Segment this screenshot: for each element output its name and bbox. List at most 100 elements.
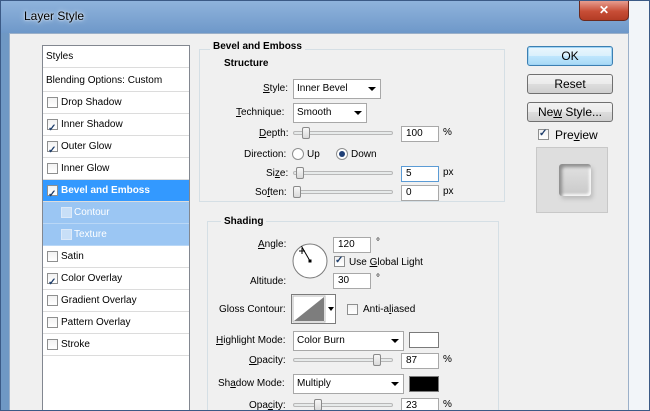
soften-slider[interactable] <box>293 190 393 194</box>
style-list-item[interactable]: Stroke <box>43 334 189 356</box>
styles-header[interactable]: Styles <box>43 46 189 68</box>
highlight-opacity-input[interactable]: 87 <box>401 353 439 369</box>
style-list-item[interactable]: Gradient Overlay <box>43 290 189 312</box>
title-bar[interactable]: Layer Style ✕ <box>1 1 649 33</box>
angle-input[interactable]: 120 <box>333 237 371 253</box>
chevron-down-icon <box>354 111 362 115</box>
highlight-color-swatch[interactable] <box>409 332 439 348</box>
altitude-unit: ° <box>376 273 380 284</box>
dialog-body: Styles Blending Options: Custom Drop Shad… <box>9 33 629 411</box>
style-list-item[interactable]: Color Overlay <box>43 268 189 293</box>
style-list-item[interactable]: Inner Glow <box>43 158 189 180</box>
style-list-item[interactable]: Blending Options: Custom <box>43 70 189 92</box>
soften-slider-thumb[interactable] <box>293 186 301 198</box>
style-list-item[interactable]: Satin <box>43 246 189 268</box>
altitude-label: Altitude: <box>250 276 287 287</box>
contour-preview-icon <box>292 295 326 323</box>
style-list-item-label: Stroke <box>61 339 90 350</box>
shadow-color-swatch[interactable] <box>409 376 439 392</box>
soften-input[interactable]: 0 <box>401 185 439 201</box>
section-title: Bevel and Emboss <box>210 41 305 52</box>
style-list-item-label: Texture <box>74 229 107 240</box>
style-list-item[interactable]: Inner Shadow <box>43 114 189 139</box>
style-preview <box>536 147 608 213</box>
depth-input[interactable]: 100 <box>401 126 439 142</box>
style-list-item-label: Gradient Overlay <box>61 295 137 306</box>
frame-right-edge <box>629 1 649 410</box>
anti-aliased-checkbox[interactable] <box>347 304 358 315</box>
new-style-button[interactable]: New Style... <box>527 102 613 122</box>
size-unit: px <box>443 167 454 178</box>
style-list-item[interactable]: Pattern Overlay <box>43 312 189 334</box>
style-list-checkbox[interactable] <box>47 97 58 108</box>
style-list-item-label: Inner Shadow <box>61 119 123 130</box>
direction-up-label: Up <box>307 149 320 160</box>
chevron-down-icon <box>391 339 399 343</box>
style-list-item-label: Satin <box>61 251 84 262</box>
ok-button[interactable]: OK <box>527 46 613 66</box>
size-label: Size: <box>266 168 289 179</box>
chevron-down-icon <box>391 382 399 386</box>
shadow-opacity-slider[interactable] <box>293 403 393 407</box>
depth-slider-thumb[interactable] <box>302 127 311 139</box>
reset-button[interactable]: Reset <box>527 74 613 94</box>
angle-unit: ° <box>376 237 380 248</box>
highlight-mode-dropdown[interactable]: Color Burn <box>293 331 404 351</box>
shadow-mode-value: Multiply <box>297 378 331 389</box>
style-list-item-label: Bevel and Emboss <box>61 185 150 196</box>
window-title: Layer Style <box>24 9 85 23</box>
direction-label: Direction: <box>244 149 287 160</box>
style-list-item[interactable]: Contour <box>43 202 189 224</box>
shadow-opacity-slider-thumb[interactable] <box>314 399 323 410</box>
size-slider-thumb[interactable] <box>295 167 304 179</box>
shadow-opacity-label: Opacity: <box>249 400 286 411</box>
style-dropdown[interactable]: Inner Bevel <box>293 79 381 99</box>
angle-label: Angle: <box>258 239 287 250</box>
style-list-checkbox[interactable] <box>47 251 58 262</box>
style-list-checkbox[interactable] <box>47 184 58 205</box>
style-list-checkbox[interactable] <box>47 163 58 174</box>
direction-down-radio[interactable] <box>336 148 348 160</box>
style-list-checkbox[interactable] <box>47 317 58 328</box>
technique-dropdown[interactable]: Smooth <box>293 103 367 123</box>
style-list-item[interactable]: Outer Glow <box>43 136 189 161</box>
preview-checkbox[interactable] <box>538 128 549 140</box>
styles-list: Styles Blending Options: Custom Drop Shad… <box>42 45 190 410</box>
direction-up-radio[interactable] <box>292 148 304 160</box>
depth-unit: % <box>443 127 452 138</box>
layer-style-window: Layer Style ✕ Styles Blending Options: C… <box>0 0 650 411</box>
size-slider[interactable] <box>293 171 393 175</box>
style-list-item[interactable]: Texture <box>43 224 189 246</box>
style-list-checkbox[interactable] <box>61 207 72 218</box>
depth-label: Depth: <box>259 128 289 139</box>
style-list-item[interactable]: Drop Shadow <box>43 92 189 114</box>
anti-aliased-label: Anti-aliased <box>363 304 416 315</box>
style-list-checkbox[interactable] <box>47 272 58 293</box>
style-list-item[interactable]: Bevel and Emboss <box>43 180 189 205</box>
shadow-opacity-input[interactable]: 23 <box>401 398 439 410</box>
styles-header-label: Styles <box>46 51 74 62</box>
style-list-item-label: Contour <box>74 207 110 218</box>
close-button[interactable]: ✕ <box>579 1 629 21</box>
technique-label: Technique: <box>236 107 285 118</box>
style-list-checkbox[interactable] <box>61 229 72 240</box>
style-list-checkbox[interactable] <box>47 295 58 306</box>
style-list-checkbox[interactable] <box>47 339 58 350</box>
structure-title: Structure <box>221 58 272 69</box>
style-list-checkbox[interactable] <box>47 140 58 161</box>
style-list-item-label: Blending Options: Custom <box>46 75 163 86</box>
use-global-light-label: Use Global Light <box>349 257 423 268</box>
style-list-item-label: Outer Glow <box>61 141 112 152</box>
highlight-mode-value: Color Burn <box>297 335 345 346</box>
style-label: Style: <box>263 83 289 94</box>
highlight-opacity-slider-thumb[interactable] <box>373 354 382 366</box>
gloss-contour-picker[interactable] <box>291 294 336 324</box>
style-list-checkbox[interactable] <box>47 118 58 139</box>
angle-dial[interactable] <box>291 242 329 280</box>
size-input[interactable]: 5 <box>401 166 439 182</box>
technique-value: Smooth <box>297 107 332 118</box>
altitude-input[interactable]: 30 <box>333 273 371 289</box>
highlight-opacity-unit: % <box>443 354 452 365</box>
shadow-mode-dropdown[interactable]: Multiply <box>293 374 404 394</box>
use-global-light-checkbox[interactable] <box>334 255 345 267</box>
